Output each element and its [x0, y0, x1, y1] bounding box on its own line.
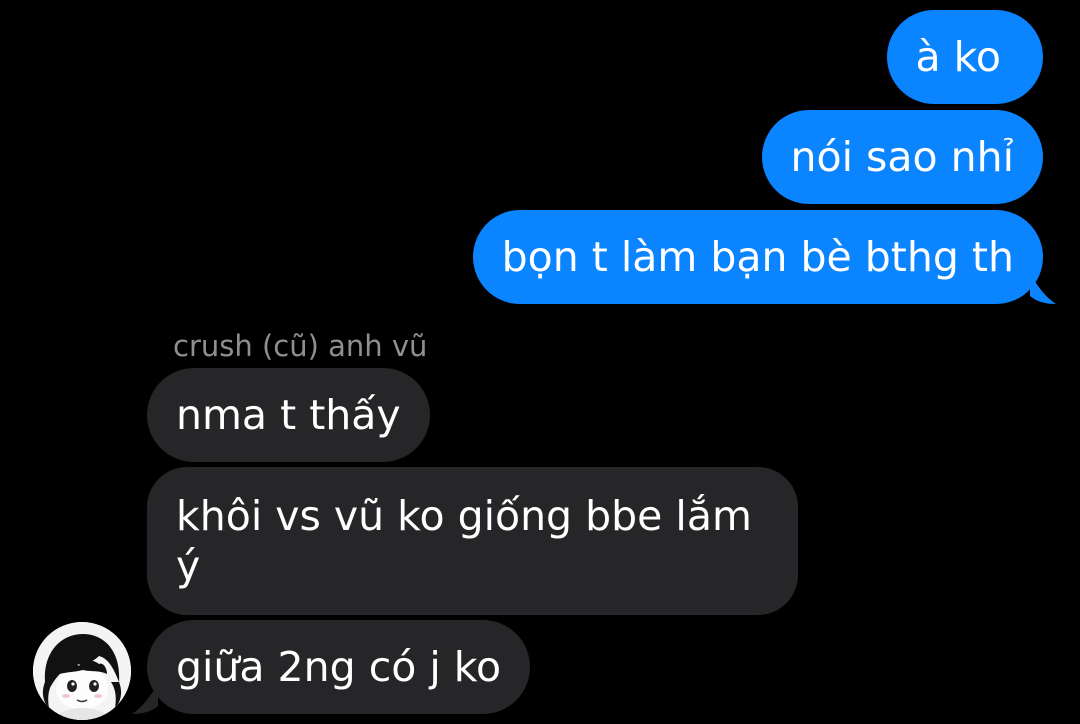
message-text: nói sao nhỉ: [790, 133, 1014, 181]
sender-name-label: crush (cũ) anh vũ: [173, 329, 428, 363]
message-text: bọn t làm bạn bè bthg th: [501, 233, 1014, 281]
avatar-drawing: [33, 622, 131, 720]
message-text: nma t thấy: [176, 391, 401, 439]
incoming-message-bubble[interactable]: nma t thấy: [147, 368, 430, 462]
incoming-bubble-tail: [132, 684, 158, 714]
message-text: à ko: [915, 33, 1001, 81]
incoming-message-bubble[interactable]: giữa 2ng có j ko: [147, 620, 531, 714]
anime-girl-avatar-icon[interactable]: [33, 622, 131, 720]
outgoing-message-bubble[interactable]: bọn t làm bạn bè bthg th: [472, 210, 1043, 304]
outgoing-message-bubble[interactable]: à ko: [887, 10, 1043, 104]
message-text: giữa 2ng có j ko: [176, 643, 502, 691]
incoming-message-bubble[interactable]: khôi vs vũ ko giống bbe lắm ý: [147, 467, 798, 615]
message-text: khôi vs vũ ko giống bbe lắm ý: [176, 492, 752, 590]
outgoing-bubble-tail: [1030, 274, 1056, 304]
outgoing-message-bubble[interactable]: nói sao nhỉ: [761, 110, 1043, 204]
